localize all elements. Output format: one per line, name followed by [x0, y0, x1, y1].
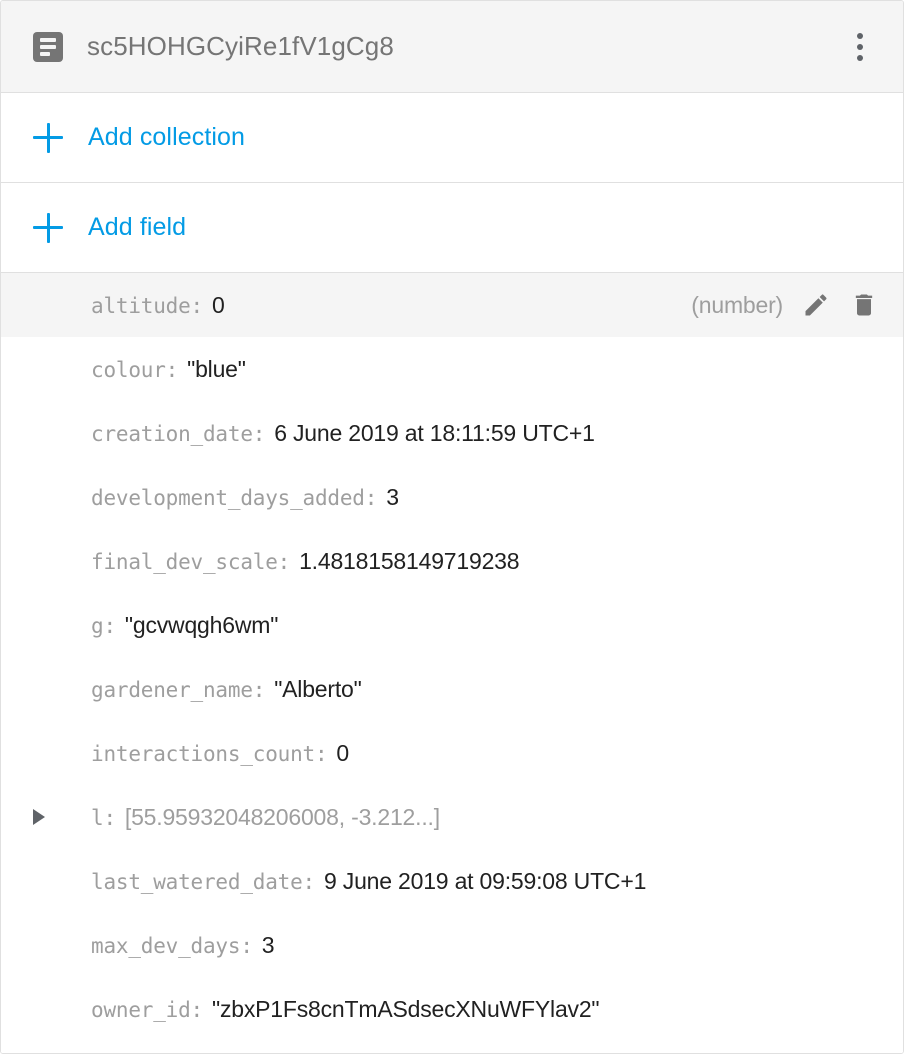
- add-collection-button[interactable]: Add collection: [1, 93, 903, 183]
- table-row[interactable]: final_dev_scale: 1.4818158149719238: [1, 529, 903, 593]
- field-body: interactions_count: 0: [91, 740, 879, 767]
- add-field-label: Add field: [88, 213, 187, 241]
- field-value: [55.95932048206008, -3.212...]: [124, 803, 440, 830]
- table-row[interactable]: gardener_name: "Alberto": [1, 657, 903, 721]
- field-value: 3: [386, 483, 399, 510]
- field-value: 3: [261, 931, 275, 958]
- document-icon: [33, 31, 63, 62]
- field-value: 1.4818158149719238: [299, 547, 520, 574]
- field-body: final_dev_scale: 1.4818158149719238: [91, 548, 879, 575]
- pencil-icon[interactable]: [801, 290, 831, 320]
- field-body: altitude: 0: [91, 292, 671, 319]
- field-key: owner_id:: [91, 997, 203, 1022]
- field-body: g: "gcvwqgh6wm": [91, 612, 879, 639]
- field-key: creation_date:: [91, 421, 266, 446]
- field-key: development_days_added:: [91, 485, 378, 510]
- field-key: l:: [91, 805, 116, 830]
- field-key: g:: [91, 613, 116, 638]
- field-key: colour:: [91, 357, 179, 382]
- field-body: last_watered_date: 9 June 2019 at 09:59:…: [91, 868, 879, 895]
- field-body: colour: "blue": [91, 356, 879, 383]
- field-body: development_days_added: 3: [91, 484, 879, 511]
- add-collection-label: Add collection: [88, 123, 246, 151]
- field-body: owner_id: "zbxP1Fs8cnTmASdsecXNuWFYlav2": [91, 996, 879, 1023]
- field-key: interactions_count:: [91, 741, 328, 766]
- document-header: sc5HOHGCyiRe1fV1gCg8: [1, 1, 903, 93]
- document-id-title: sc5HOHGCyiRe1fV1gCg8: [87, 31, 394, 61]
- table-row[interactable]: creation_date: 6 June 2019 at 18:11:59 U…: [1, 401, 903, 465]
- table-row[interactable]: l: [55.95932048206008, -3.212...]: [1, 785, 903, 849]
- field-key: altitude:: [91, 293, 203, 318]
- field-body: max_dev_days: 3: [91, 932, 879, 959]
- field-value: 0: [336, 739, 350, 766]
- trash-icon[interactable]: [849, 290, 879, 320]
- add-field-button[interactable]: Add field: [1, 183, 903, 273]
- field-value: "gcvwqgh6wm": [124, 611, 279, 638]
- field-value: 0: [212, 291, 225, 318]
- document-detail-panel: sc5HOHGCyiRe1fV1gCg8 Add collection Add …: [0, 0, 904, 1054]
- plus-icon: [33, 122, 63, 153]
- field-key: final_dev_scale:: [91, 549, 291, 574]
- table-row[interactable]: colour: "blue": [1, 337, 903, 401]
- expand-array-icon[interactable]: [33, 809, 55, 825]
- table-row[interactable]: interactions_count: 0: [1, 721, 903, 785]
- field-value: "Alberto": [274, 675, 362, 702]
- field-value: "blue": [187, 355, 246, 382]
- field-key: max_dev_days:: [91, 933, 253, 958]
- table-row[interactable]: development_days_added: 3: [1, 465, 903, 529]
- field-list: altitude: 0 (number) colour: "blue" crea…: [1, 273, 903, 1053]
- field-type-label: (number): [691, 291, 783, 318]
- table-row[interactable]: altitude: 0 (number): [1, 273, 903, 337]
- field-body: l: [55.95932048206008, -3.212...]: [91, 804, 879, 831]
- field-value: 9 June 2019 at 09:59:08 UTC+1: [323, 867, 647, 894]
- field-key: last_watered_date:: [91, 869, 315, 894]
- table-row[interactable]: owner_id: "zbxP1Fs8cnTmASdsecXNuWFYlav2": [1, 977, 903, 1041]
- table-row[interactable]: last_watered_date: 9 June 2019 at 09:59:…: [1, 849, 903, 913]
- field-body: gardener_name: "Alberto": [91, 676, 879, 703]
- field-value: 6 June 2019 at 18:11:59 UTC+1: [274, 419, 595, 446]
- plus-icon: [33, 212, 63, 243]
- field-value: "zbxP1Fs8cnTmASdsecXNuWFYlav2": [212, 995, 600, 1022]
- table-row[interactable]: g: "gcvwqgh6wm": [1, 593, 903, 657]
- field-key: gardener_name:: [91, 677, 266, 702]
- row-actions: (number): [671, 290, 879, 320]
- table-row[interactable]: max_dev_days: 3: [1, 913, 903, 977]
- overflow-menu-icon[interactable]: [841, 24, 879, 70]
- field-body: creation_date: 6 June 2019 at 18:11:59 U…: [91, 420, 879, 447]
